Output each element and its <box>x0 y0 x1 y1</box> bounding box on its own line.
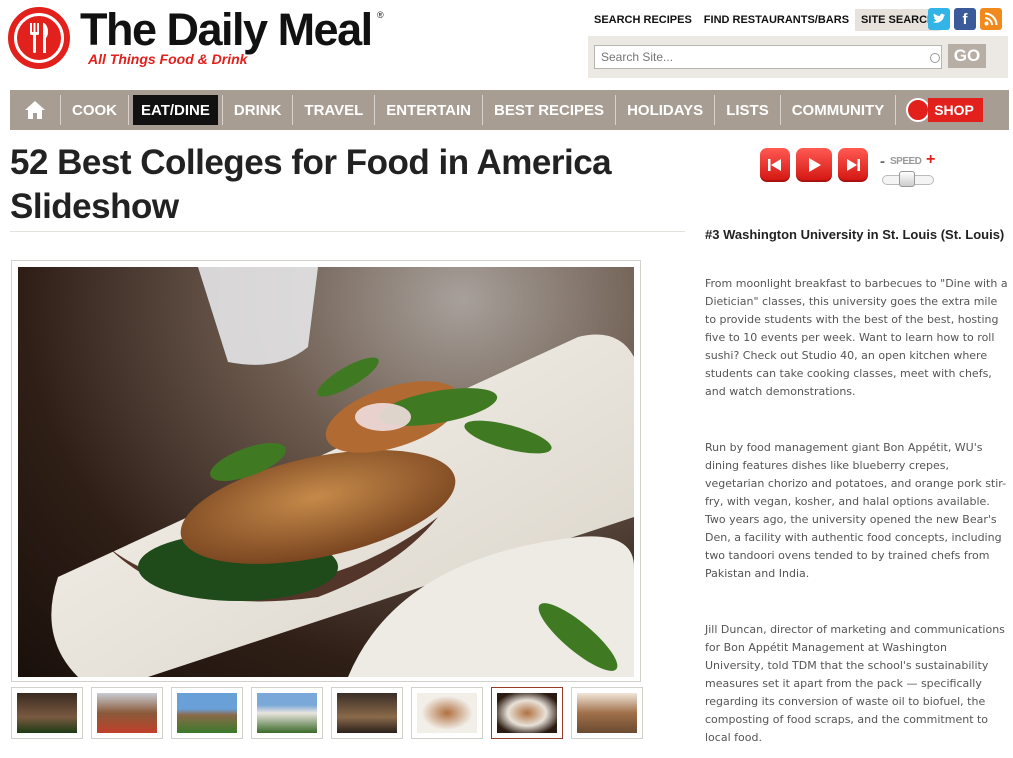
slide-paragraph: From moonlight breakfast to barbecues to… <box>705 277 1008 398</box>
thumbnail-7[interactable] <box>491 687 563 739</box>
twitter-icon[interactable] <box>928 8 950 30</box>
search-recipes-link[interactable]: SEARCH RECIPES <box>588 9 698 31</box>
main-photo[interactable] <box>18 267 634 677</box>
thumbnail-8[interactable] <box>571 687 643 739</box>
speed-control[interactable]: - SPEED + <box>880 151 938 189</box>
nav-community[interactable]: COMMUNITY <box>781 95 896 125</box>
fork-knife-icon <box>906 98 931 122</box>
thumbnail-5[interactable] <box>331 687 403 739</box>
site-tagline: All Things Food & Drink <box>88 51 248 67</box>
play-icon[interactable] <box>796 148 832 182</box>
speed-label: SPEED <box>890 156 922 167</box>
main-nav: COOK EAT/DINE DRINK TRAVEL ENTERTAIN BES… <box>10 90 1009 130</box>
facebook-icon[interactable]: f <box>954 8 976 30</box>
nav-drink[interactable]: DRINK <box>223 95 293 125</box>
nav-travel[interactable]: TRAVEL <box>293 95 374 125</box>
slideshow-controls <box>760 148 868 182</box>
logo-badge[interactable] <box>8 7 70 69</box>
next-icon[interactable] <box>838 148 868 182</box>
nav-lists[interactable]: LISTS <box>715 95 780 125</box>
nav-divider <box>128 95 129 125</box>
go-button[interactable]: GO <box>948 44 986 68</box>
find-restaurants-link[interactable]: FIND RESTAURANTS/BARS <box>698 9 855 31</box>
speed-minus[interactable]: - <box>880 153 885 170</box>
nav-best-recipes[interactable]: BEST RECIPES <box>483 95 615 125</box>
nav-divider <box>895 95 897 125</box>
rss-icon[interactable] <box>980 8 1002 30</box>
search-box: GO <box>588 36 1008 78</box>
previous-icon[interactable] <box>760 148 790 182</box>
fork-knife-icon <box>30 23 49 53</box>
slide-heading: #3 Washington University in St. Louis (S… <box>705 227 1005 242</box>
search-input[interactable] <box>594 45 942 69</box>
speed-slider-handle[interactable] <box>899 171 915 187</box>
speed-plus[interactable]: + <box>926 151 935 169</box>
registered-mark: ® <box>377 10 384 20</box>
search-clear-icon[interactable] <box>930 53 940 63</box>
top-links: SEARCH RECIPES FIND RESTAURANTS/BARS SIT… <box>588 9 942 31</box>
slide-paragraph: Run by food management giant Bon Appétit… <box>705 441 1007 580</box>
nav-entertain[interactable]: ENTERTAIN <box>375 95 482 125</box>
nav-cook[interactable]: COOK <box>61 95 128 125</box>
nav-eat-dine[interactable]: EAT/DINE <box>133 95 218 125</box>
thumbnail-1[interactable] <box>11 687 83 739</box>
thumbnail-6[interactable] <box>411 687 483 739</box>
slide-paragraph: Jill Duncan, director of marketing and c… <box>705 623 1005 744</box>
home-icon[interactable] <box>10 90 60 130</box>
thumbnail-2[interactable] <box>91 687 163 739</box>
thumbnail-3[interactable] <box>171 687 243 739</box>
shop-button[interactable]: SHOP <box>906 98 983 122</box>
nav-holidays[interactable]: HOLIDAYS <box>616 95 714 125</box>
thumbnail-4[interactable] <box>251 687 323 739</box>
site-name[interactable]: The Daily Meal <box>80 4 373 56</box>
shop-label: SHOP <box>928 98 983 122</box>
divider <box>10 231 685 232</box>
social-links: f <box>928 8 1002 30</box>
page-title: 52 Best Colleges for Food in America Sli… <box>10 143 612 226</box>
main-photo-frame <box>11 260 641 682</box>
thumbnail-strip <box>11 687 643 739</box>
